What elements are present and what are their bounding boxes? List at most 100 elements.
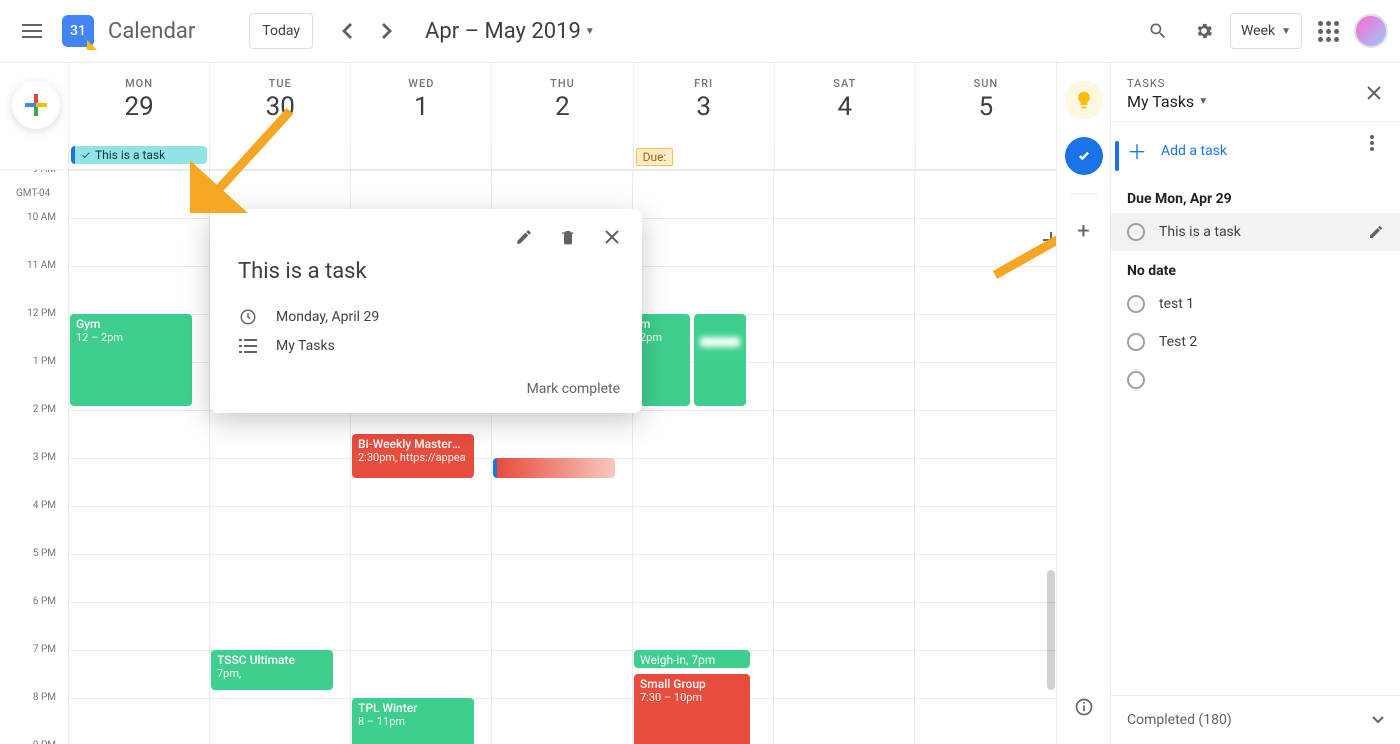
task-title: This is a task xyxy=(1159,224,1241,240)
hour-label: 6 PM xyxy=(0,596,64,607)
grid-scrollbar-thumb[interactable] xyxy=(1047,570,1055,690)
hour-label: 2 PM xyxy=(0,404,64,415)
annotation-arrow-icon xyxy=(190,103,300,213)
event-tpl[interactable]: TPL Winter 8 – 11pm xyxy=(352,698,474,744)
day-header-mon[interactable]: MON29 xyxy=(68,63,209,144)
next-week-button[interactable] xyxy=(367,11,407,51)
day-header-sat[interactable]: SAT4 xyxy=(774,63,915,144)
info-button[interactable] xyxy=(1065,688,1103,726)
all-day-row: This is a task Due: xyxy=(0,144,1056,170)
tasks-panel: TASKS My Tasks ▼ ＋ Add a task Due Mon, xyxy=(1110,63,1400,744)
edit-task-button[interactable] xyxy=(1368,224,1384,240)
event-smallgroup[interactable]: Small Group 7:30 – 10pm xyxy=(634,674,750,744)
plus-icon xyxy=(25,94,47,116)
task-row[interactable]: test 1 xyxy=(1111,285,1400,323)
tasks-panel-close-button[interactable] xyxy=(1358,77,1390,109)
event-thu-3pm[interactable] xyxy=(493,458,615,478)
hour-label: 12 PM xyxy=(0,308,64,319)
calendar-view: MON29 TUE30 WED1 THU2 FRI3 SAT4 SUN5 GMT… xyxy=(0,63,1056,744)
get-addons-button[interactable]: + xyxy=(1065,212,1103,250)
hour-label: 5 PM xyxy=(0,548,64,559)
prev-week-button[interactable] xyxy=(327,11,367,51)
task-complete-toggle[interactable] xyxy=(1127,371,1145,389)
annotation-arrow-icon xyxy=(985,203,1056,283)
event-tssc[interactable]: TSSC Ultimate 7pm, xyxy=(211,650,333,690)
popup-date-row: Monday, April 29 xyxy=(210,302,642,332)
caret-down-icon: ▼ xyxy=(1198,96,1208,107)
popup-list: My Tasks xyxy=(276,338,335,354)
event-thu-noon-a[interactable]: m 2pm xyxy=(634,314,690,406)
date-range-label: Apr – May 2019 xyxy=(425,19,581,44)
day-headers: MON29 TUE30 WED1 THU2 FRI3 SAT4 SUN5 xyxy=(0,63,1056,144)
google-apps-button[interactable] xyxy=(1308,11,1348,51)
apps-grid-icon xyxy=(1318,21,1339,42)
keep-sidebar-button[interactable] xyxy=(1065,81,1103,119)
date-range[interactable]: Apr – May 2019 ▼ xyxy=(425,19,595,44)
task-title: test 1 xyxy=(1159,296,1194,312)
settings-button[interactable] xyxy=(1184,11,1224,51)
due-chip[interactable]: Due: xyxy=(636,148,674,166)
side-panel-switcher: + xyxy=(1056,63,1110,744)
tasks-sidebar-button[interactable] xyxy=(1065,137,1103,175)
mark-complete-button[interactable]: Mark complete xyxy=(527,381,620,397)
hour-label: 9 AM xyxy=(0,170,64,175)
popup-delete-button[interactable] xyxy=(550,219,586,255)
due-section-label: Due Mon, Apr 29 xyxy=(1111,179,1400,213)
task-title: Test 2 xyxy=(1159,334,1197,350)
hour-label: 3 PM xyxy=(0,452,64,463)
add-task-label: Add a task xyxy=(1161,143,1227,159)
all-day-cell-sat[interactable] xyxy=(774,144,915,169)
list-icon xyxy=(238,339,258,353)
hour-label: 9 PM xyxy=(0,740,64,744)
day-header-thu[interactable]: THU2 xyxy=(491,63,632,144)
completed-label: Completed (180) xyxy=(1127,712,1232,728)
hour-label: 10 AM xyxy=(0,212,64,223)
app-title: Calendar xyxy=(108,19,195,44)
task-row[interactable]: This is a task xyxy=(1111,213,1400,251)
event-mastermind[interactable]: Bi-Weekly Mastermind 2:30pm, https://app… xyxy=(352,434,474,478)
event-thu-noon-b[interactable] xyxy=(694,314,746,406)
account-avatar[interactable] xyxy=(1354,14,1388,48)
all-day-cell-fri[interactable]: Due: xyxy=(633,144,774,169)
task-complete-toggle[interactable] xyxy=(1127,223,1145,241)
day-header-sun[interactable]: SUN5 xyxy=(915,63,1056,144)
hour-label: 7 PM xyxy=(0,644,64,655)
popup-title: This is a task xyxy=(210,255,642,302)
search-button[interactable] xyxy=(1138,11,1178,51)
popup-edit-button[interactable] xyxy=(506,219,542,255)
day-header-wed[interactable]: WED1 xyxy=(350,63,491,144)
tasks-panel-caption: TASKS xyxy=(1127,77,1384,90)
create-button[interactable] xyxy=(12,81,60,129)
caret-down-icon: ▼ xyxy=(1281,26,1291,37)
task-row[interactable]: Test 2 xyxy=(1111,323,1400,361)
calendar-logo: 31 xyxy=(58,11,98,51)
main-menu-button[interactable] xyxy=(12,11,52,51)
tasks-more-button[interactable] xyxy=(1356,127,1388,159)
event-weighin[interactable]: Weigh-in, 7pm xyxy=(634,650,750,668)
event-gym[interactable]: Gym 12 – 2pm xyxy=(70,314,192,406)
hour-label: 11 AM xyxy=(0,260,64,271)
hour-label: 1 PM xyxy=(0,356,64,367)
view-select-label: Week xyxy=(1241,23,1275,39)
all-day-cell-mon[interactable]: This is a task xyxy=(68,144,209,169)
chevron-down-icon xyxy=(1372,716,1384,724)
task-complete-toggle[interactable] xyxy=(1127,333,1145,351)
hour-label: 8 PM xyxy=(0,692,64,703)
hour-label: 4 PM xyxy=(0,500,64,511)
day-header-fri[interactable]: FRI3 xyxy=(633,63,774,144)
all-day-cell-wed[interactable] xyxy=(350,144,491,169)
popup-list-row: My Tasks xyxy=(210,332,642,360)
task-complete-toggle[interactable] xyxy=(1127,295,1145,313)
view-select[interactable]: Week ▼ xyxy=(1230,13,1302,49)
tasks-list-selector[interactable]: My Tasks ▼ xyxy=(1127,92,1384,111)
popup-close-button[interactable] xyxy=(594,219,630,255)
all-day-cell-sun[interactable] xyxy=(915,144,1056,169)
task-chip-label: This is a task xyxy=(95,148,165,162)
task-row[interactable] xyxy=(1111,361,1400,399)
task-chip[interactable]: This is a task xyxy=(71,146,207,164)
completed-tasks-toggle[interactable]: Completed (180) xyxy=(1111,695,1400,744)
event-popup: This is a task Monday, April 29 My Tasks… xyxy=(210,209,642,413)
all-day-cell-thu[interactable] xyxy=(491,144,632,169)
app-header: 31 Calendar Today Apr – May 2019 ▼ Week … xyxy=(0,0,1400,63)
today-button[interactable]: Today xyxy=(249,13,313,49)
